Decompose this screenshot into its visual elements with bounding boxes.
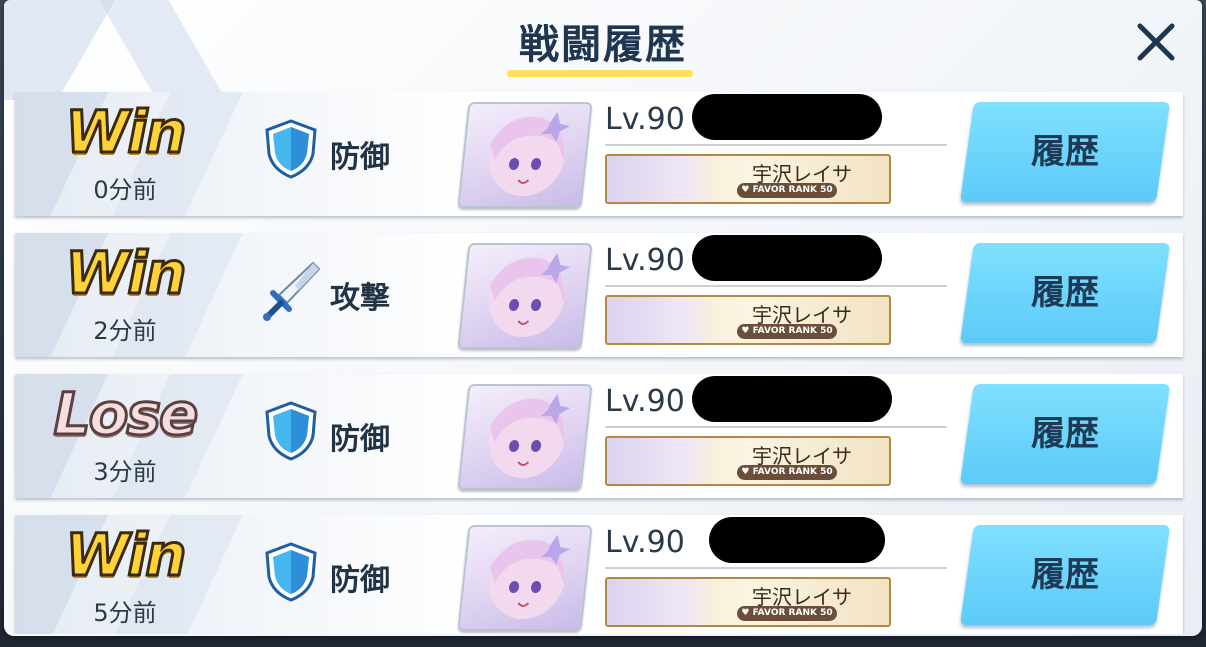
sword-icon <box>263 261 321 321</box>
banner-character-art <box>607 297 717 343</box>
dialog-title: 戦闘履歴 <box>519 22 687 68</box>
result-label: Win <box>64 238 188 309</box>
player-level: Lv.90 <box>605 525 685 560</box>
time-ago: 5分前 <box>93 599 157 627</box>
shield-icon <box>265 119 317 179</box>
close-button[interactable] <box>1132 18 1180 66</box>
time-ago: 0分前 <box>93 176 157 204</box>
divider <box>605 426 947 428</box>
redacted-player-name <box>709 517 885 563</box>
favor-rank-badge: ♥ FAVOR RANK 50 <box>737 465 837 480</box>
redacted-player-name <box>692 94 882 140</box>
divider <box>605 144 947 146</box>
divider <box>605 567 947 569</box>
history-row: Lose 3分前 防御 Lv.90 宇沢レイサ ♥ FAVOR RANK 50 … <box>15 374 1183 498</box>
favor-rank-text: FAVOR RANK 50 <box>752 608 833 618</box>
history-row: Win 0分前 防御 Lv.90 宇沢レイサ ♥ FAVOR RANK 50 履… <box>15 92 1183 216</box>
favor-rank-text: FAVOR RANK 50 <box>752 185 833 195</box>
character-art <box>488 394 571 478</box>
history-button[interactable]: 履歴 <box>959 102 1171 202</box>
title-underline <box>507 70 693 77</box>
history-button[interactable]: 履歴 <box>959 243 1171 343</box>
time-ago: 3分前 <box>93 458 157 486</box>
history-button-label: 履歴 <box>1031 555 1099 595</box>
result-label: Lose <box>52 379 200 450</box>
history-row: Win 2分前 攻撃 Lv.90 宇沢レイサ ♥ FAVOR RANK 50 履… <box>15 233 1183 357</box>
redacted-player-name <box>692 376 892 422</box>
favor-rank-badge: ♥ FAVOR RANK 50 <box>737 183 837 198</box>
favor-rank-badge: ♥ FAVOR RANK 50 <box>737 324 837 339</box>
history-button[interactable]: 履歴 <box>959 384 1171 484</box>
favor-rank-text: FAVOR RANK 50 <box>752 326 833 336</box>
shield-icon <box>265 401 317 461</box>
history-button-label: 履歴 <box>1031 414 1099 454</box>
banner-character-art <box>607 579 717 625</box>
history-list[interactable]: Win 0分前 防御 Lv.90 宇沢レイサ ♥ FAVOR RANK 50 履… <box>4 86 1202 634</box>
character-art <box>488 112 571 196</box>
character-portrait[interactable] <box>457 525 593 631</box>
character-portrait[interactable] <box>457 102 593 208</box>
divider <box>605 285 947 287</box>
battle-type-label: 攻撃 <box>330 281 390 316</box>
favor-rank-text: FAVOR RANK 50 <box>752 467 833 477</box>
banner-character-art <box>607 156 717 202</box>
time-ago: 2分前 <box>93 317 157 345</box>
battle-history-dialog: 戦闘履歴 Win 0分前 防御 Lv.90 宇沢レイサ ♥ FAVOR RANK… <box>4 0 1202 636</box>
character-portrait[interactable] <box>457 384 593 490</box>
result-label: Win <box>64 520 188 591</box>
favor-rank-badge: ♥ FAVOR RANK 50 <box>737 606 837 621</box>
history-button-label: 履歴 <box>1031 273 1099 313</box>
banner-character-art <box>607 438 717 484</box>
favor-banner: 宇沢レイサ ♥ FAVOR RANK 50 <box>605 154 891 204</box>
history-button[interactable]: 履歴 <box>959 525 1171 625</box>
battle-type-label: 防御 <box>330 140 390 175</box>
result-label: Win <box>64 97 188 168</box>
close-icon <box>1137 23 1175 61</box>
favor-banner: 宇沢レイサ ♥ FAVOR RANK 50 <box>605 436 891 486</box>
character-art <box>488 535 571 619</box>
player-level: Lv.90 <box>605 384 685 419</box>
redacted-player-name <box>692 235 882 281</box>
favor-banner: 宇沢レイサ ♥ FAVOR RANK 50 <box>605 295 891 345</box>
player-level: Lv.90 <box>605 243 685 278</box>
history-button-label: 履歴 <box>1031 132 1099 172</box>
favor-banner: 宇沢レイサ ♥ FAVOR RANK 50 <box>605 577 891 627</box>
history-row: Win 5分前 防御 Lv.90 宇沢レイサ ♥ FAVOR RANK 50 履… <box>15 515 1183 634</box>
character-portrait[interactable] <box>457 243 593 349</box>
battle-type-label: 防御 <box>330 563 390 598</box>
shield-icon <box>265 542 317 602</box>
character-art <box>488 253 571 337</box>
player-level: Lv.90 <box>605 102 685 137</box>
battle-type-label: 防御 <box>330 422 390 457</box>
